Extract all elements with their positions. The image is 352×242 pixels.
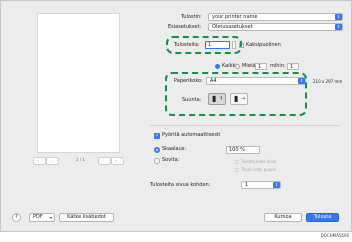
scale-radio[interactable] <box>154 147 160 153</box>
fit-option2-radio[interactable] <box>235 168 239 172</box>
scale-value: 100 % <box>229 147 245 153</box>
chevron-updown-icon: ⇕ <box>335 24 342 30</box>
scale-input[interactable]: 100 % <box>226 146 260 154</box>
pdf-label: PDF <box>33 214 43 220</box>
pdf-menu-button[interactable]: PDF ▾ <box>29 213 55 222</box>
presets-value: Oletusasetukset <box>212 24 253 30</box>
chevron-updown-icon: ⇕ <box>273 182 280 188</box>
pages-range-radio[interactable] <box>235 64 240 69</box>
auto-rotate-checkbox[interactable]: ✓ <box>154 133 160 139</box>
chevron-down-icon: ▾ <box>49 215 52 220</box>
help-button[interactable]: ? <box>12 213 21 222</box>
presets-label: Esiasetukset: <box>168 24 202 30</box>
figure-code: DQCHMA5606 <box>320 233 349 238</box>
pages-from-input[interactable]: 1 <box>255 63 267 70</box>
fit-option2-label: Täytä koko paperi <box>241 167 277 172</box>
next-page-icon: › <box>103 158 105 163</box>
first-page-icon: « <box>37 158 40 163</box>
cancel-label: Kumoa <box>274 214 292 220</box>
preview-next-button[interactable]: › <box>98 157 111 165</box>
preview-prev-button[interactable]: ‹ <box>46 157 59 165</box>
printer-select[interactable]: your printer name ⇕ <box>208 13 343 21</box>
copies-highlight <box>166 36 242 54</box>
copies-per-page-label: Tulosteita sivua kohden: <box>150 182 211 188</box>
printer-value: your printer name <box>212 14 258 20</box>
pages-to-value: 1 <box>290 64 294 70</box>
hide-details-button[interactable]: Kätke lisätiedot <box>59 213 114 222</box>
preview-first-button[interactable]: « <box>33 157 46 165</box>
fit-radio[interactable] <box>154 158 160 164</box>
pages-to-input[interactable]: 1 <box>287 63 299 70</box>
preview-page-indicator: 1 / 1 <box>76 157 85 162</box>
page-preview <box>37 13 120 153</box>
paper-size-dimensions: 210 x 297 mm <box>313 79 343 84</box>
print-button[interactable]: Tulosta <box>306 213 339 222</box>
copies-per-page-value: 1 <box>245 182 249 188</box>
scale-label: Skaalaus: <box>162 146 187 152</box>
printer-label: Tulostin: <box>181 14 202 20</box>
pages-all-radio[interactable] <box>215 64 220 69</box>
fit-option1-radio[interactable] <box>235 160 239 164</box>
help-icon: ? <box>15 214 18 220</box>
auto-rotate-label: Pyöritä automaattisesti <box>162 132 221 138</box>
fit-label: Sovita: <box>162 157 180 163</box>
duplex-label: Kaksipuolinen <box>246 42 281 48</box>
copies-per-page-select[interactable]: 1 ⇕ <box>241 181 281 189</box>
last-page-icon: » <box>115 158 118 163</box>
presets-select[interactable]: Oletusasetukset ⇕ <box>208 23 343 31</box>
fit-option1-label: Tulosta koko kuva <box>241 159 277 164</box>
print-dialog: « ‹ 1 / 1 › » Tulostin: your printer nam… <box>0 0 352 232</box>
pages-to-label: mihin: <box>270 63 286 69</box>
hide-details-label: Kätke lisätiedot <box>67 214 106 220</box>
prev-page-icon: ‹ <box>51 158 53 163</box>
cancel-button[interactable]: Kumoa <box>264 213 302 222</box>
section-divider <box>150 125 340 126</box>
preview-last-button[interactable]: » <box>111 157 124 165</box>
print-label: Tulosta <box>313 214 332 220</box>
paper-orientation-highlight <box>165 72 307 116</box>
pages-from-value: 1 <box>258 64 262 70</box>
chevron-updown-icon: ⇕ <box>335 14 342 20</box>
